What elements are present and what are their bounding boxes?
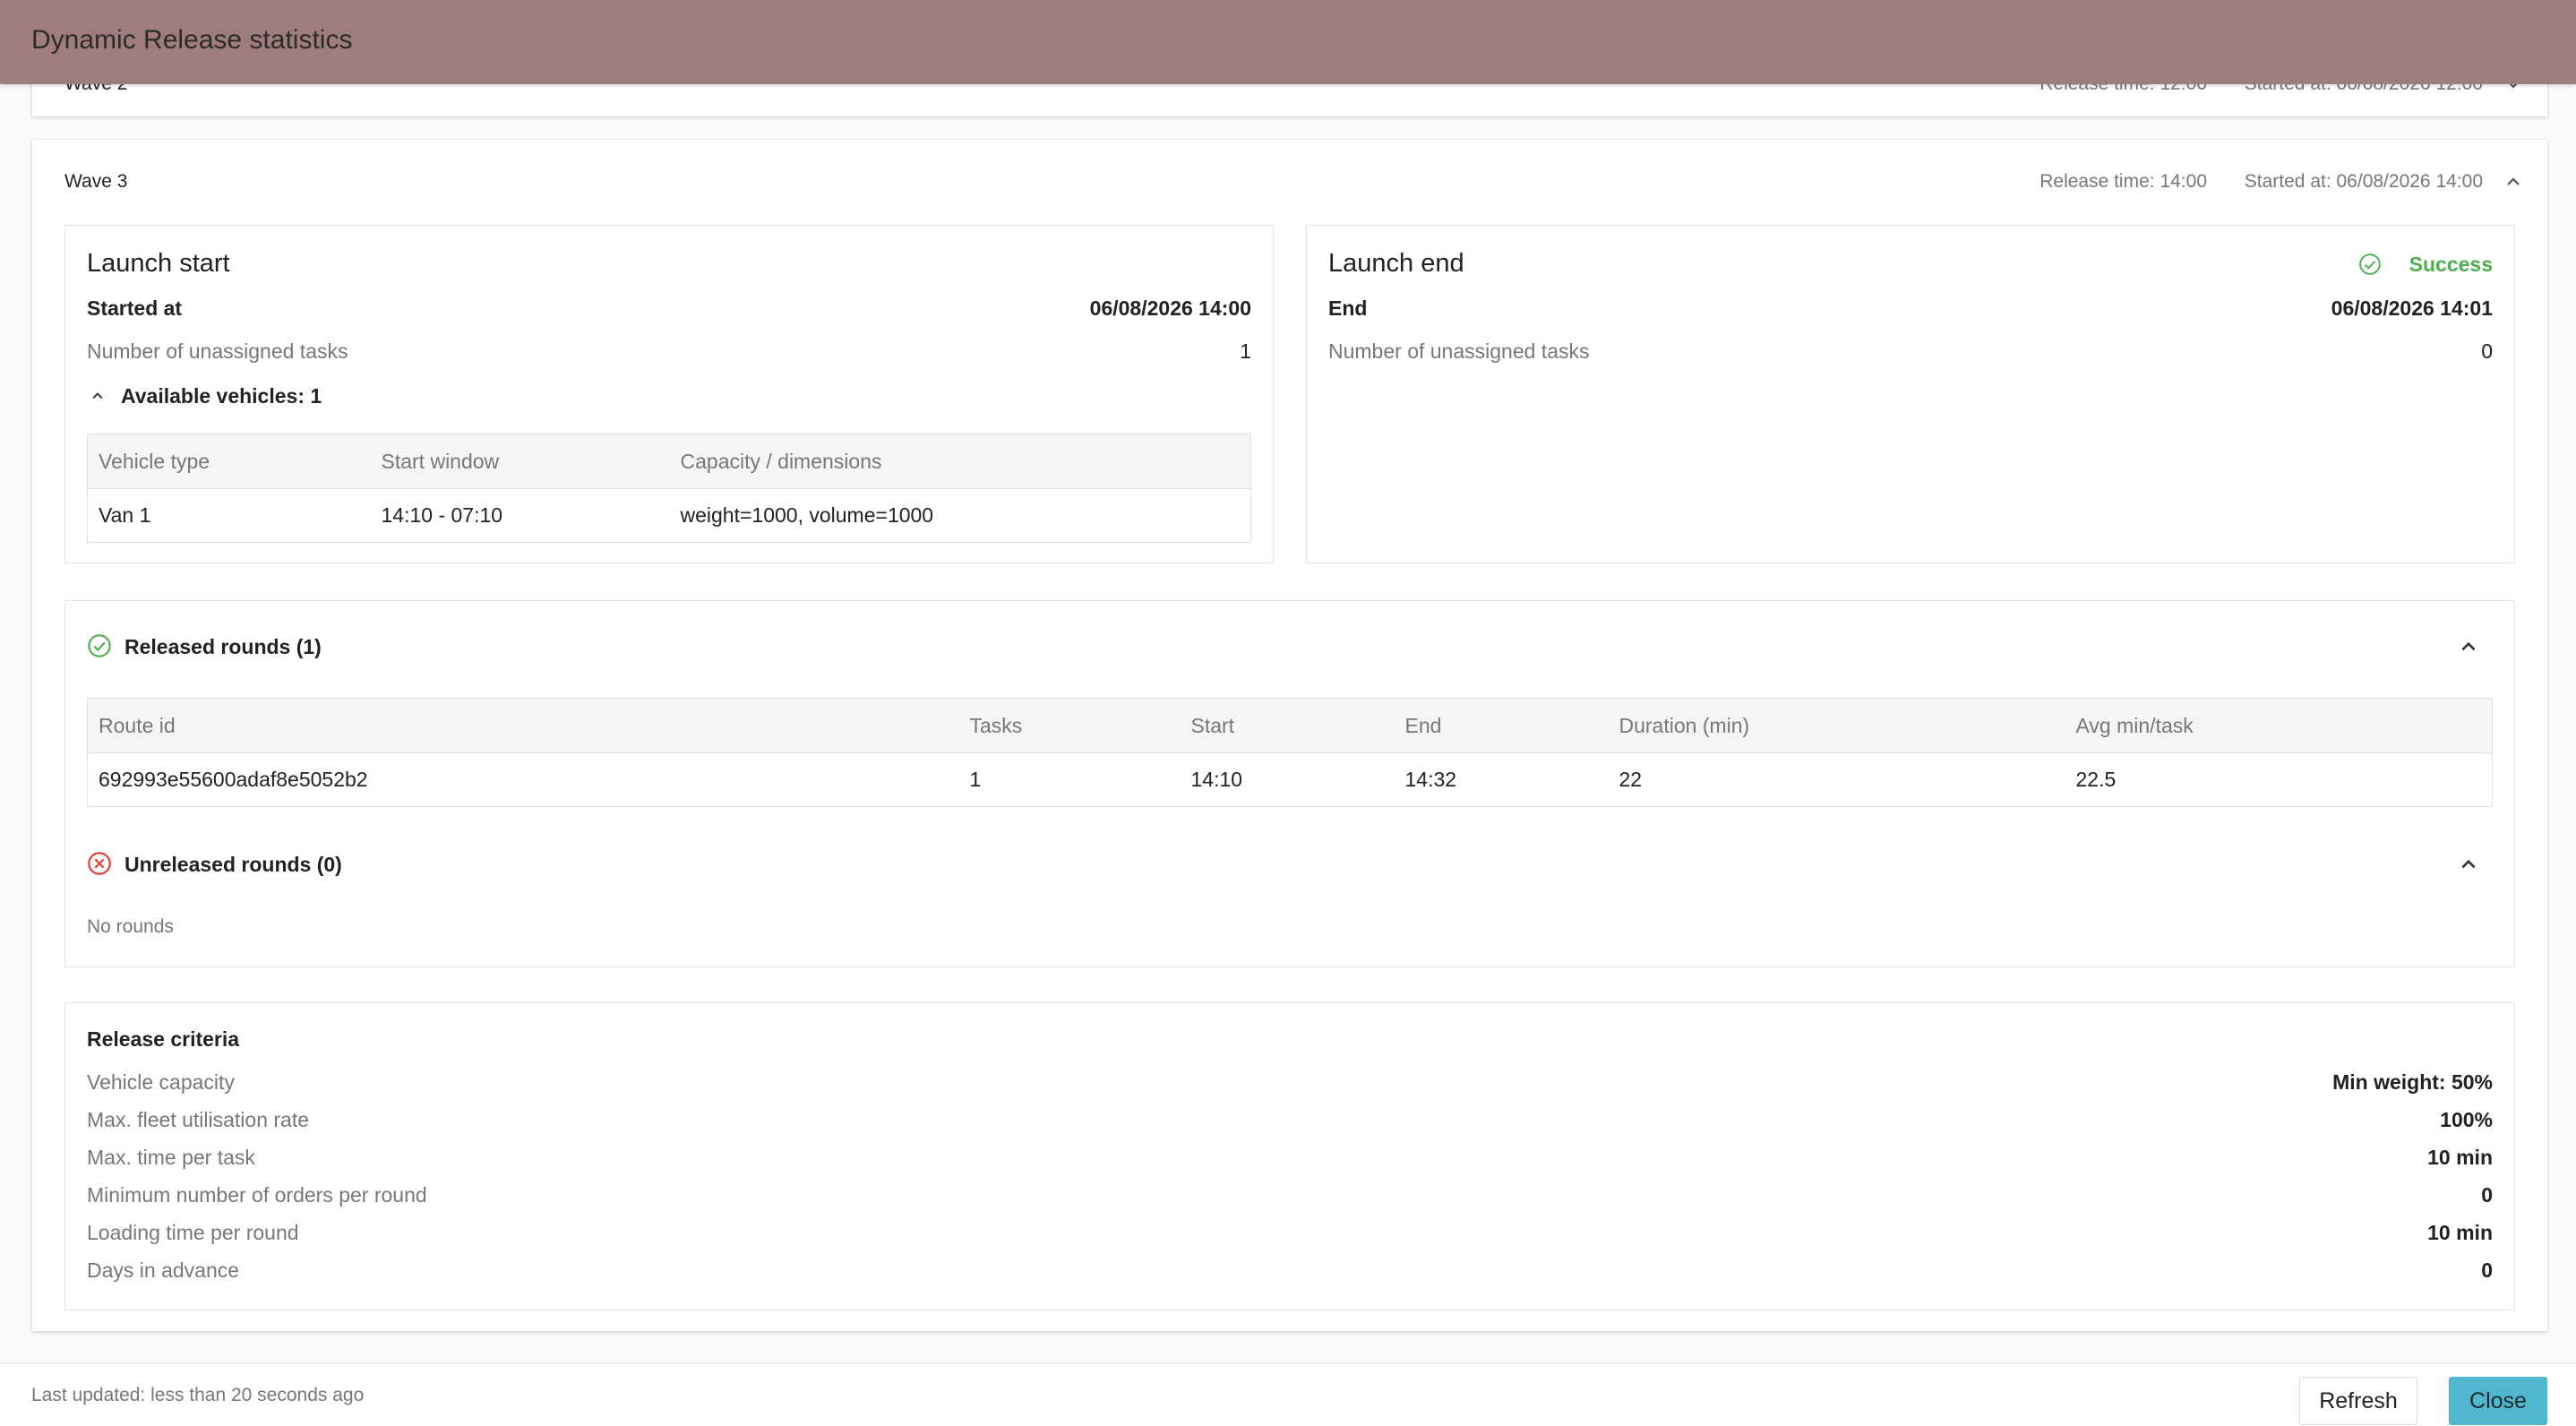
chevron-up-icon[interactable] xyxy=(2504,173,2522,191)
no-rounds-text: No rounds xyxy=(87,916,174,937)
criteria-row: Vehicle capacity Min weight: 50% xyxy=(65,1070,2514,1108)
table-row: Van 1 14:10 - 07:10 weight=1000, volume=… xyxy=(88,489,1251,543)
started-at-label: Started at xyxy=(87,296,183,320)
criteria-row: Max. fleet utilisation rate 100% xyxy=(65,1108,2514,1146)
route-id-cell: 692993e55600adaf8e5052b2 xyxy=(99,768,368,791)
rounds-panel: Released rounds (1) Route id Tasks Start… xyxy=(64,600,2515,967)
launch-start-title: Launch start xyxy=(87,249,230,278)
start-cell: 14:10 xyxy=(1190,768,1243,791)
unassigned-value: 1 xyxy=(1240,339,1251,363)
dialog-content: Wave 2 Release time: 12:00 Started at: 0… xyxy=(0,0,2576,1363)
capacity-cell: weight=1000, volume=1000 xyxy=(680,503,934,527)
column-header: End xyxy=(1394,698,1609,753)
criteria-row: Days in advance 0 xyxy=(65,1258,2514,1296)
criteria-label: Loading time per round xyxy=(87,1221,299,1244)
end-value: 06/08/2026 14:01 xyxy=(2331,296,2493,320)
wave-card-3: Wave 3 Release time: 14:00 Started at: 0… xyxy=(32,140,2547,1331)
started-at-value: 06/08/2026 14:00 xyxy=(1089,296,1251,320)
end-cell: 14:32 xyxy=(1404,768,1457,791)
release-criteria-panel: Release criteria Vehicle capacity Min we… xyxy=(64,1002,2515,1310)
start-window-cell: 14:10 - 07:10 xyxy=(381,503,503,527)
available-vehicles-label: Available vehicles: 1 xyxy=(121,384,322,408)
cancel-circle-icon xyxy=(88,852,111,875)
column-header: Route id xyxy=(87,698,959,753)
dialog-footer: Last updated: less than 20 seconds ago R… xyxy=(0,1363,2576,1426)
column-header: Duration (min) xyxy=(1608,698,2065,753)
wave-release-time: Release time: 14:00 xyxy=(2039,171,2207,192)
launch-end-panel: Launch end Success End 06/08/2026 14:01 … xyxy=(1306,225,2515,563)
column-header: Vehicle type xyxy=(87,434,371,489)
table-row: 692993e55600adaf8e5052b2 1 14:10 14:32 2… xyxy=(88,753,2493,807)
criteria-label: Days in advance xyxy=(87,1258,240,1282)
released-rounds-table: Route id Tasks Start End Duration (min) … xyxy=(87,698,2493,807)
unassigned-label: Number of unassigned tasks xyxy=(1328,339,1590,363)
table-header-row: Vehicle type Start window Capacity / dim… xyxy=(87,434,1251,489)
tasks-cell: 1 xyxy=(969,768,982,791)
criteria-row: Loading time per round 10 min xyxy=(65,1221,2514,1258)
released-rounds-header[interactable]: Released rounds (1) xyxy=(65,628,2514,664)
vehicles-table: Vehicle type Start window Capacity / dim… xyxy=(87,434,1251,543)
criteria-row: Max. time per task 10 min xyxy=(65,1146,2514,1183)
refresh-button[interactable]: Refresh xyxy=(2299,1377,2417,1425)
unreleased-rounds-title: Unreleased rounds (0) xyxy=(125,853,342,876)
dialog-title: Dynamic Release statistics xyxy=(31,25,353,55)
check-circle-icon xyxy=(88,634,111,657)
column-header: Start window xyxy=(370,434,670,489)
column-header: Capacity / dimensions xyxy=(669,434,1251,489)
chevron-up-icon xyxy=(92,392,103,399)
chevron-up-icon[interactable] xyxy=(2459,637,2478,657)
criteria-label: Max. fleet utilisation rate xyxy=(87,1108,310,1131)
column-header: Tasks xyxy=(958,698,1181,753)
criteria-value: Min weight: 50% xyxy=(2332,1070,2493,1094)
wave-started-at: Started at: 06/08/2026 14:00 xyxy=(2244,171,2483,192)
check-circle-icon xyxy=(2359,253,2381,275)
wave-name: Wave 3 xyxy=(64,171,128,192)
available-vehicles-toggle[interactable]: Available vehicles: 1 xyxy=(87,382,445,410)
criteria-label: Max. time per task xyxy=(87,1146,255,1169)
column-header: Start xyxy=(1180,698,1395,753)
unreleased-rounds-header[interactable]: Unreleased rounds (0) xyxy=(65,846,2514,881)
last-updated-text: Last updated: less than 20 seconds ago xyxy=(31,1385,365,1405)
column-header: Avg min/task xyxy=(2065,698,2493,753)
avg-cell: 22.5 xyxy=(2075,768,2117,791)
status-text: Success xyxy=(2409,253,2493,276)
chevron-up-icon[interactable] xyxy=(2459,855,2478,874)
criteria-value: 10 min xyxy=(2427,1146,2493,1169)
end-label: End xyxy=(1328,296,1368,320)
criteria-value: 100% xyxy=(2440,1108,2493,1131)
launch-end-title: Launch end xyxy=(1328,249,1464,278)
duration-cell: 22 xyxy=(1619,768,1643,791)
unassigned-value: 0 xyxy=(2481,339,2493,363)
criteria-label: Minimum number of orders per round xyxy=(87,1183,427,1207)
release-criteria-title: Release criteria xyxy=(87,1027,240,1051)
table-header-row: Route id Tasks Start End Duration (min) … xyxy=(87,698,2493,753)
launch-start-panel: Launch start Started at 06/08/2026 14:00… xyxy=(64,225,1274,563)
vehicle-type-cell: Van 1 xyxy=(99,503,151,527)
close-button[interactable]: Close xyxy=(2449,1377,2547,1425)
criteria-value: 10 min xyxy=(2427,1221,2493,1244)
wave-header-3[interactable]: Wave 3 Release time: 14:00 Started at: 0… xyxy=(32,164,2547,200)
dialog-header: Dynamic Release statistics xyxy=(0,0,2576,84)
criteria-value: 0 xyxy=(2481,1258,2493,1282)
criteria-row: Minimum number of orders per round 0 xyxy=(65,1183,2514,1221)
released-rounds-title: Released rounds (1) xyxy=(125,635,322,658)
criteria-value: 0 xyxy=(2481,1183,2493,1207)
criteria-label: Vehicle capacity xyxy=(87,1070,235,1094)
unassigned-label: Number of unassigned tasks xyxy=(87,339,348,363)
